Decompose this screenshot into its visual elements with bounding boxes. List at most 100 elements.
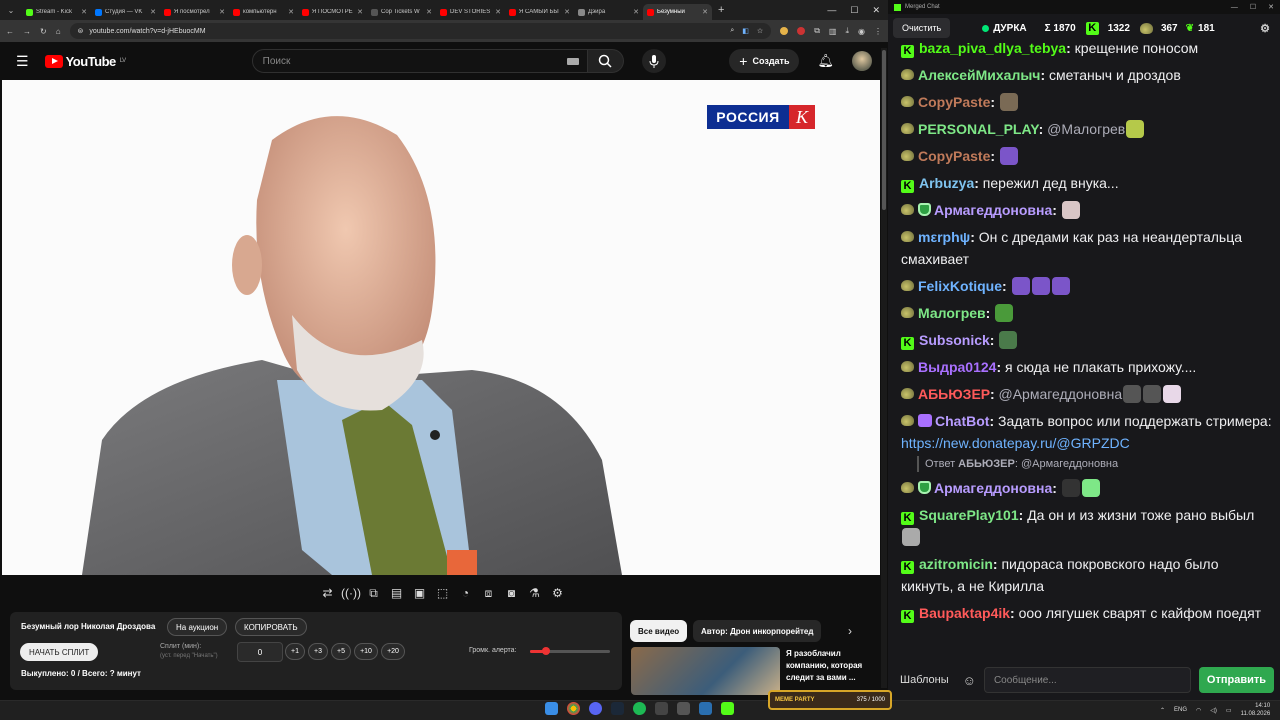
tab-close-icon[interactable]: ✕ bbox=[219, 8, 225, 16]
tab-close-icon[interactable]: ✕ bbox=[702, 8, 708, 16]
auction-button[interactable]: На аукцион bbox=[167, 618, 228, 636]
chip-all-videos[interactable]: Все видео bbox=[630, 620, 688, 642]
message-input[interactable]: Сообщение... bbox=[983, 667, 1191, 693]
chat-mention[interactable]: @Армагеддоновна bbox=[999, 386, 1123, 402]
tab-close-icon[interactable]: ✕ bbox=[150, 8, 156, 16]
cast-icon[interactable]: ⧉ bbox=[364, 585, 383, 601]
browser-tab[interactable]: компьютерн ✕ bbox=[229, 4, 298, 20]
chevron-up-icon[interactable]: ⌃ bbox=[1160, 707, 1165, 714]
chat-username[interactable]: mεrphψ bbox=[918, 229, 970, 245]
kick-app-icon[interactable] bbox=[721, 702, 734, 715]
tab-close-icon[interactable]: ✕ bbox=[288, 8, 294, 16]
forward-icon[interactable]: → bbox=[23, 27, 31, 36]
back-icon[interactable]: ← bbox=[6, 27, 14, 36]
chrome-icon[interactable] bbox=[567, 702, 580, 715]
browser-tab[interactable]: Stream - Kick ✕ bbox=[22, 4, 91, 20]
chat-username[interactable]: АлексейМихалыч bbox=[918, 67, 1040, 83]
gear-icon[interactable]: ⚙ bbox=[548, 585, 567, 601]
notifications-bell-icon[interactable]: 🔔︎ bbox=[817, 53, 834, 69]
browser-tab[interactable]: Я САМЫЙ БЫ ✕ bbox=[505, 4, 574, 20]
tab-close-icon[interactable]: ✕ bbox=[81, 8, 87, 16]
avatar[interactable] bbox=[852, 51, 872, 71]
increment-button[interactable]: +5 bbox=[331, 643, 351, 660]
tab-close-icon[interactable]: ✕ bbox=[426, 8, 432, 16]
related-video-thumbnail[interactable] bbox=[631, 647, 780, 695]
hamburger-menu-icon[interactable]: ☰ bbox=[16, 53, 29, 70]
chat-username[interactable]: Армагеддоновна bbox=[934, 202, 1052, 218]
battery-icon[interactable]: ▭ bbox=[1226, 707, 1232, 714]
new-tab-button[interactable]: + bbox=[718, 4, 724, 16]
chat-username[interactable]: Arbuzya bbox=[919, 175, 974, 191]
scrollbar-thumb[interactable] bbox=[882, 50, 886, 210]
chip-author[interactable]: Автор: Дрон инкорпорейтед bbox=[693, 620, 822, 642]
close-icon[interactable]: ✕ bbox=[872, 5, 880, 16]
tab-search-icon[interactable]: ⌄ bbox=[0, 6, 22, 15]
chat-username[interactable]: CopyPaste bbox=[918, 148, 990, 164]
close-icon[interactable]: ✕ bbox=[1268, 3, 1274, 11]
create-button[interactable]: + Создать bbox=[729, 49, 800, 73]
menu-kebab-icon[interactable]: ⋮ bbox=[874, 27, 882, 36]
chat-username[interactable]: АБЬЮЗЕР bbox=[918, 386, 990, 402]
keyboard-icon[interactable] bbox=[566, 57, 579, 65]
chat-username[interactable]: Subsonick bbox=[919, 332, 990, 348]
theater-icon[interactable]: ⬚ bbox=[433, 585, 452, 601]
chat-username[interactable]: Малогрев bbox=[918, 305, 986, 321]
increment-button[interactable]: +1 bbox=[285, 643, 305, 660]
split-minutes-input[interactable]: 0 bbox=[237, 642, 283, 662]
search-input[interactable]: Поиск bbox=[251, 49, 588, 73]
send-button[interactable]: Отправить bbox=[1198, 667, 1274, 693]
chat-username[interactable]: azitromicin bbox=[919, 556, 993, 572]
speed-icon[interactable]: ◔ bbox=[456, 585, 475, 601]
translate-icon[interactable]: ◧ bbox=[742, 27, 749, 35]
templates-button[interactable]: Шаблоны bbox=[894, 674, 955, 686]
browser-tab[interactable]: Я посмотрел ✕ bbox=[160, 4, 229, 20]
language-indicator[interactable]: ENG bbox=[1174, 707, 1187, 713]
miniplayer-icon[interactable]: ▣ bbox=[410, 585, 429, 601]
browser-tab[interactable]: Безумный ✕ bbox=[643, 4, 712, 20]
chat-username[interactable]: Baupaktap4ik bbox=[919, 605, 1010, 621]
volume-icon[interactable]: ◁) bbox=[1210, 707, 1217, 714]
bookmark-star-icon[interactable]: ☆ bbox=[757, 27, 763, 35]
emoji-icon[interactable]: ☺ bbox=[963, 673, 976, 688]
site-info-icon[interactable]: ⊜ bbox=[78, 27, 84, 35]
chat-username[interactable]: PERSONAL_PLAY bbox=[918, 121, 1039, 137]
meme-party-widget[interactable]: MEME PARTY 375 / 1000 bbox=[768, 690, 892, 710]
tab-close-icon[interactable]: ✕ bbox=[633, 8, 639, 16]
browser-tab[interactable]: Я ПОСМОТРЕ ✕ bbox=[298, 4, 367, 20]
chevron-right-icon[interactable]: › bbox=[848, 624, 852, 638]
voice-search-button[interactable] bbox=[641, 49, 666, 73]
download-icon[interactable]: ⤓ bbox=[845, 26, 849, 36]
minimize-icon[interactable]: — bbox=[827, 5, 836, 15]
tab-close-icon[interactable]: ✕ bbox=[495, 8, 501, 16]
screenshot-icon[interactable]: ◙ bbox=[502, 585, 521, 601]
url-field[interactable]: ⊜ youtube.com/watch?v=d-jHEbuocMM ⌕ ◧ ☆ bbox=[69, 23, 772, 39]
search-button[interactable] bbox=[587, 49, 624, 73]
maximize-icon[interactable]: ☐ bbox=[1250, 3, 1256, 11]
loop-icon[interactable]: ⇄ bbox=[318, 585, 337, 601]
chat-username[interactable]: Армагеддоновна bbox=[934, 480, 1052, 496]
windows-start-icon[interactable] bbox=[545, 702, 558, 715]
tab-close-icon[interactable]: ✕ bbox=[564, 8, 570, 16]
increment-button[interactable]: +10 bbox=[354, 643, 378, 660]
reload-icon[interactable]: ↻ bbox=[40, 27, 47, 36]
zoom-icon[interactable]: ⌕ bbox=[730, 27, 734, 35]
wifi-icon[interactable]: ◠ bbox=[1196, 707, 1201, 714]
chat-username[interactable]: ChatBot bbox=[935, 413, 989, 429]
increment-button[interactable]: +20 bbox=[381, 643, 405, 660]
chat-mention[interactable]: @Малогрев bbox=[1047, 121, 1125, 137]
tab-close-icon[interactable]: ✕ bbox=[357, 8, 363, 16]
flask-icon[interactable]: ⚗ bbox=[525, 585, 544, 601]
minimize-icon[interactable]: — bbox=[1231, 4, 1238, 11]
alert-volume-handle[interactable] bbox=[542, 647, 550, 655]
clock[interactable]: 14:10 11.08.2026 bbox=[1241, 702, 1271, 718]
sidebar-icon[interactable]: ▥ bbox=[829, 27, 837, 36]
profile-icon[interactable]: ◉ bbox=[858, 27, 865, 36]
browser-tab[interactable]: Cop Tickets W ✕ bbox=[367, 4, 436, 20]
chat-username[interactable]: FelixKotique bbox=[918, 278, 1002, 294]
steam-icon[interactable] bbox=[611, 702, 624, 715]
chat-username[interactable]: baza_piva_dlya_tebya bbox=[919, 40, 1066, 56]
discord-icon[interactable] bbox=[589, 702, 602, 715]
maximize-icon[interactable]: ☐ bbox=[850, 5, 858, 16]
audio-icon[interactable]: ((·)) bbox=[341, 585, 361, 601]
clapper-icon[interactable]: ▤ bbox=[387, 585, 406, 601]
